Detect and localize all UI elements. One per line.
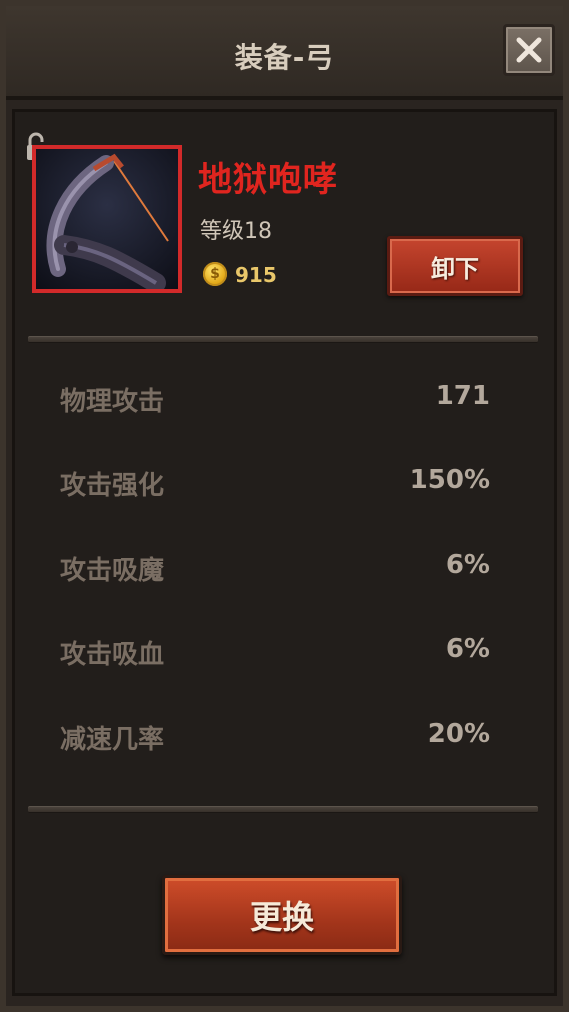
item-price: 915 <box>235 263 277 287</box>
page-title: 装备-弓 <box>234 41 335 74</box>
stat-label: 减速几率 <box>60 725 165 755</box>
stat-row: 攻击强化 150% <box>60 465 490 505</box>
close-icon <box>516 37 542 63</box>
item-name: 地狱咆哮 <box>198 160 338 200</box>
stat-value: 6% <box>445 550 490 580</box>
stat-label: 攻击吸血 <box>60 640 165 670</box>
stat-label: 物理攻击 <box>60 387 165 417</box>
stat-value: 171 <box>435 381 490 411</box>
replace-button[interactable]: 更换 <box>162 875 402 955</box>
close-button[interactable] <box>503 24 555 76</box>
stat-value: 20% <box>427 719 490 749</box>
stat-row: 攻击吸血 6% <box>60 634 490 674</box>
title-bar: 装备-弓 <box>6 6 563 100</box>
item-icon-frame[interactable] <box>32 145 182 293</box>
stat-row: 攻击吸魔 6% <box>60 550 490 590</box>
stat-value: 6% <box>445 634 490 664</box>
divider-bottom <box>28 806 538 813</box>
stat-row: 物理攻击 171 <box>60 381 490 421</box>
bow-icon <box>46 153 169 293</box>
stat-value: 150% <box>409 465 490 495</box>
item-level: 等级18 <box>200 219 272 244</box>
stat-label: 攻击吸魔 <box>60 556 165 586</box>
stat-label: 攻击强化 <box>60 471 165 501</box>
unequip-button[interactable]: 卸下 <box>387 236 523 296</box>
divider-top <box>28 336 538 343</box>
gold-coin-icon: $ <box>203 262 227 286</box>
stat-row: 减速几率 20% <box>60 719 490 759</box>
